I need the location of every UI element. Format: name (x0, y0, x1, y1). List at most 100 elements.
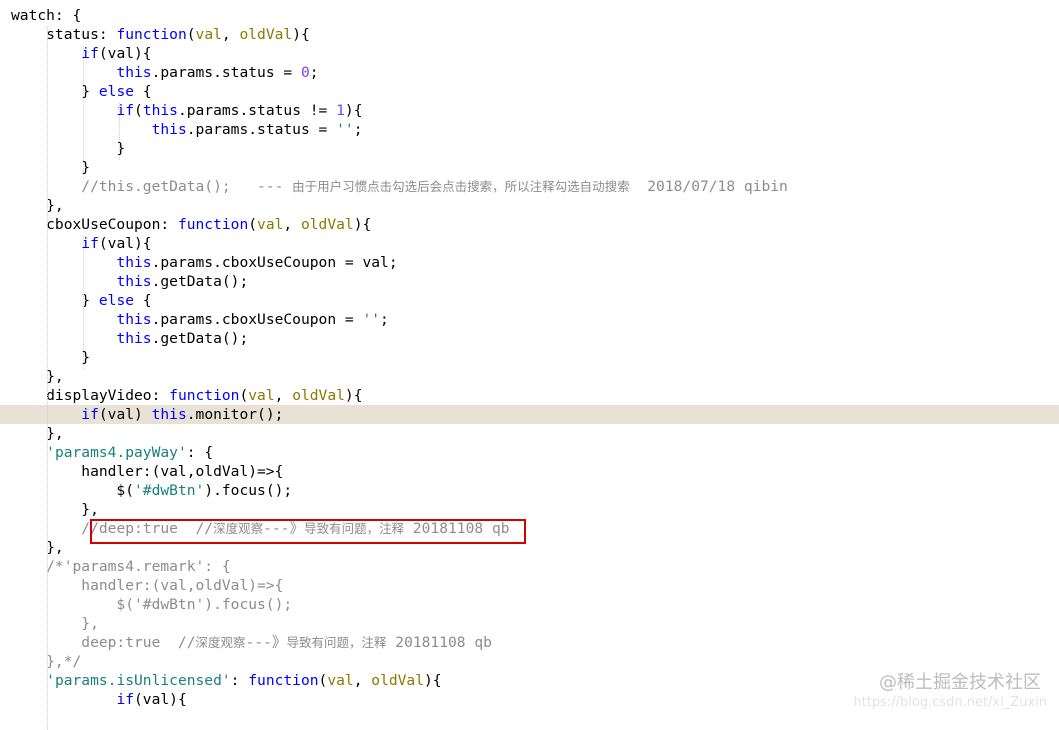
code-token: /*'params4.remark': { (11, 558, 231, 575)
code-line[interactable]: displayVideo: function(val, oldVal){ (0, 386, 1059, 405)
code-token: cboxUseCoupon: (11, 216, 178, 233)
red-highlight-box (90, 519, 526, 544)
code-line[interactable]: handler:(val,oldVal)=>{ (0, 576, 1059, 595)
code-line[interactable]: this.params.status = 0; (0, 63, 1059, 82)
code-token: ---》 (245, 634, 287, 651)
code-token: .getData(); (151, 330, 249, 347)
code-line[interactable]: status: function(val, oldVal){ (0, 25, 1059, 44)
code-token: .monitor(); (186, 406, 284, 423)
code-line[interactable]: this.params.cboxUseCoupon = ''; (0, 310, 1059, 329)
code-token: { (134, 292, 152, 309)
code-line[interactable]: if(val){ (0, 44, 1059, 63)
code-token: ( (134, 102, 143, 119)
code-token: 'params.isUnlicensed' (46, 672, 231, 689)
code-token: 2018/07/18 qibin (629, 178, 788, 195)
code-line[interactable]: watch: { (0, 6, 1059, 25)
code-token: 'params4.payWay' (46, 444, 187, 461)
code-token: if (81, 406, 99, 423)
code-token: handler:(val,oldVal)=>{ (11, 577, 284, 594)
code-token: handler:(val,oldVal)=>{ (11, 463, 284, 480)
code-token: //this.getData(); --- (81, 178, 293, 195)
code-line[interactable]: this.getData(); (0, 272, 1059, 291)
code-token: 1 (336, 102, 345, 119)
code-line[interactable]: $('#dwBtn').focus(); (0, 481, 1059, 500)
code-token: .params.cboxUseCoupon = (151, 311, 363, 328)
indent-guide (83, 236, 84, 369)
code-line[interactable]: this.getData(); (0, 329, 1059, 348)
code-token: function (169, 387, 240, 404)
code-line[interactable]: } (0, 348, 1059, 367)
code-token: .params.status = (186, 121, 337, 138)
code-line[interactable]: deep:true //深度观察---》导致有问题，注释 20181108 qb (0, 633, 1059, 652)
code-token: , (221, 26, 240, 43)
code-line[interactable]: }, (0, 500, 1059, 519)
code-line[interactable]: }, (0, 424, 1059, 443)
code-token: this (142, 102, 178, 119)
code-line[interactable]: /*'params4.remark': { (0, 557, 1059, 576)
code-line[interactable]: }, (0, 367, 1059, 386)
code-token: val (248, 387, 275, 404)
code-line[interactable]: handler:(val,oldVal)=>{ (0, 462, 1059, 481)
watermark-brand: @稀土掘金技术社区 (879, 672, 1041, 693)
code-line[interactable]: } (0, 139, 1059, 158)
code-token: ).focus(); (204, 482, 293, 499)
code-token: , (353, 672, 372, 689)
code-token: this (151, 406, 187, 423)
code-line[interactable]: this.params.cboxUseCoupon = val; (0, 253, 1059, 272)
code-token: } (11, 292, 99, 309)
code-token: } (11, 349, 91, 366)
code-editor[interactable]: watch: { status: function(val, oldVal){ … (0, 0, 1059, 730)
code-token: { (134, 83, 152, 100)
code-line[interactable]: } else { (0, 291, 1059, 310)
code-line[interactable]: this.params.status = ''; (0, 120, 1059, 139)
code-line[interactable]: cboxUseCoupon: function(val, oldVal){ (0, 215, 1059, 234)
code-token: (val){ (98, 45, 152, 62)
code-line[interactable]: } else { (0, 82, 1059, 101)
code-line[interactable]: }, (0, 196, 1059, 215)
watermark-link: https://blog.csdn.net/xi_Zuxin (853, 695, 1047, 710)
code-token: }, (11, 197, 64, 214)
code-token: displayVideo: (11, 387, 170, 404)
code-token: oldVal (239, 26, 293, 43)
code-token: ( (186, 26, 196, 43)
code-token: }, (11, 425, 64, 442)
indent-guide (119, 103, 120, 160)
code-token: function (248, 672, 319, 689)
code-line[interactable]: $('#dwBtn').focus(); (0, 595, 1059, 614)
code-line[interactable]: }, (0, 614, 1059, 633)
code-line[interactable]: } (0, 158, 1059, 177)
code-line[interactable]: if(this.params.status != 1){ (0, 101, 1059, 120)
code-token: } (11, 140, 126, 157)
code-line-current[interactable]: if(val) this.monitor(); (0, 405, 1059, 424)
code-token: this (116, 254, 152, 271)
code-token: this (116, 330, 152, 347)
code-line[interactable]: //this.getData(); --- 由于用户习惯点击勾选后会点击搜索，所… (0, 177, 1059, 196)
code-token: (val) (98, 406, 152, 423)
code-line[interactable]: if(val){ (0, 234, 1059, 253)
code-token: .params.status = (151, 64, 301, 81)
code-line[interactable]: 'params4.payWay': { (0, 443, 1059, 462)
code-token: deep:true // (11, 634, 196, 651)
code-token: .params.cboxUseCoupon = val; (151, 254, 398, 271)
code-token: 由于用户习惯点击勾选后会点击搜索，所以注释勾选自动搜索 (292, 179, 630, 194)
code-token: } (11, 83, 99, 100)
code-token: function (116, 26, 187, 43)
code-token: } (11, 159, 91, 176)
code-token: this (116, 311, 152, 328)
code-token: }, (11, 368, 64, 385)
code-token: }, (11, 539, 64, 556)
code-token: : { (186, 444, 214, 461)
code-token: '' (362, 311, 381, 328)
code-token: ; (380, 311, 389, 328)
code-token: ( (248, 216, 258, 233)
code-token: ){ (424, 672, 442, 689)
code-token: , (283, 216, 301, 233)
